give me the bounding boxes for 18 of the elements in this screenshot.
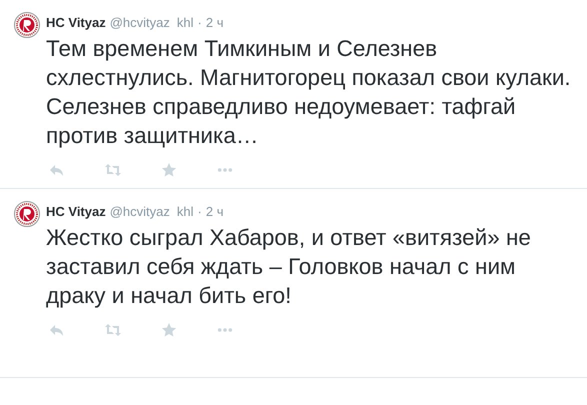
timestamp[interactable]: 2 ч	[206, 204, 224, 219]
author-handle[interactable]: @hcvityaz	[110, 204, 170, 219]
club-logo-icon[interactable]	[14, 12, 40, 38]
star-icon[interactable]	[161, 162, 177, 178]
timestamp[interactable]: 2 ч	[206, 15, 224, 30]
tweet-text: Жестко сыграл Хабаров, и ответ «витязей» не заставил себя ждать – Головков начал с ним драку и начал бить его!	[46, 224, 532, 310]
separator: ·	[198, 15, 202, 30]
tweet-text: Тем временем Тимкиным и Селезнев схлестнулись. Магнитогорец показал свои кулаки. Селезнев справедливо недоумевает: тафгай против защитника…	[46, 35, 572, 150]
via-link[interactable]: khl	[176, 204, 194, 219]
retweet-icon[interactable]	[105, 162, 121, 178]
club-logo-icon[interactable]	[14, 201, 40, 227]
retweet-icon[interactable]	[105, 322, 121, 338]
author-name[interactable]: HC Vityaz	[46, 204, 106, 219]
via-link[interactable]: khl	[176, 15, 194, 30]
star-icon[interactable]	[161, 322, 177, 338]
separator: ·	[198, 204, 202, 219]
author-name[interactable]: HC Vityaz	[46, 15, 106, 30]
author-handle[interactable]: @hcvityaz	[110, 15, 170, 30]
